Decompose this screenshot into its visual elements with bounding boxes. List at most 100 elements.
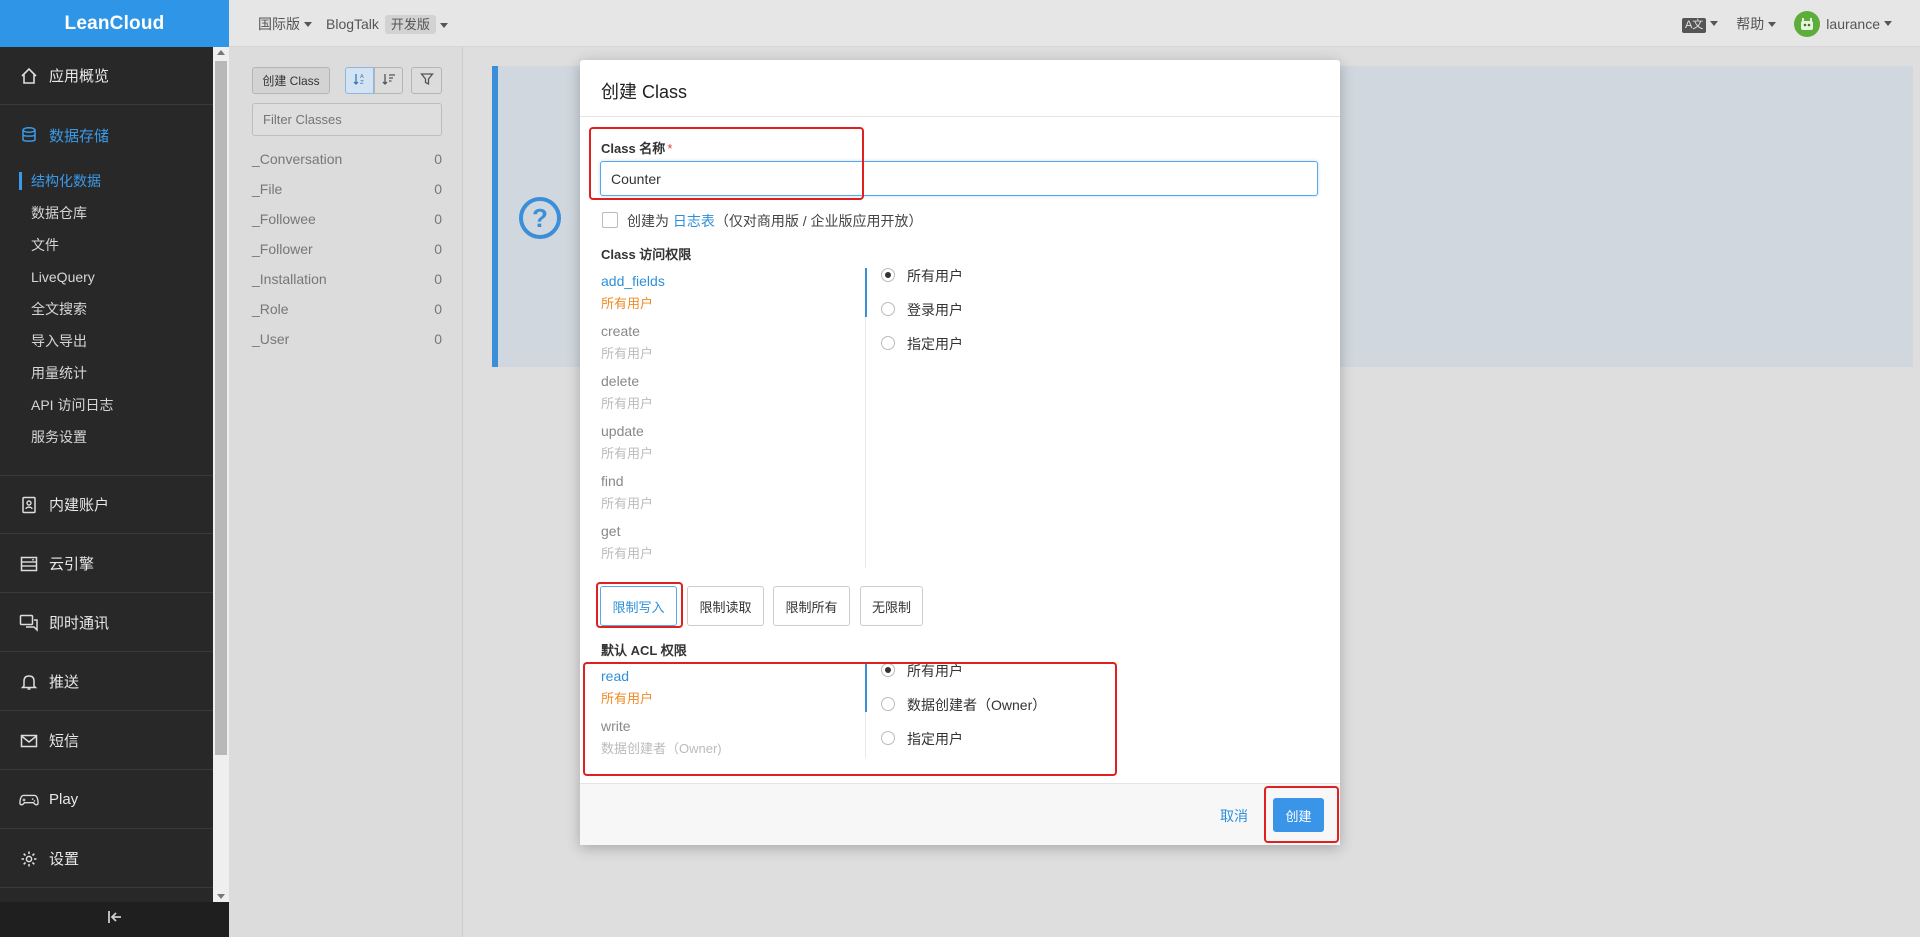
log-table-checkbox[interactable]: [602, 212, 618, 228]
preset-restrict-read-button[interactable]: 限制读取: [687, 586, 764, 626]
chat-icon: [19, 613, 39, 633]
app-switcher[interactable]: BlogTalk 开发版: [326, 14, 448, 34]
sidebar-item-label: 即时通讯: [49, 615, 110, 632]
bell-icon: [19, 672, 39, 692]
scroll-up-arrow-icon[interactable]: [217, 50, 225, 55]
question-icon: ?: [519, 197, 561, 239]
region-dropdown[interactable]: 国际版: [258, 14, 312, 34]
funnel-icon: [419, 72, 434, 89]
sidebar-sub-data-warehouse[interactable]: 数据仓库: [0, 197, 213, 229]
sidebar-item-push[interactable]: 推送: [0, 653, 213, 711]
sidebar-scrollbar[interactable]: [213, 47, 229, 902]
sidebar-item-settings[interactable]: 设置: [0, 830, 213, 888]
class-name-input[interactable]: [600, 161, 1318, 196]
sidebar-item-sms[interactable]: 短信: [0, 712, 213, 770]
class-count: 0: [434, 271, 442, 287]
acl-write[interactable]: write: [601, 718, 631, 734]
log-table-link[interactable]: 日志表: [673, 213, 715, 229]
scrollbar-thumb[interactable]: [215, 61, 227, 755]
preset-restrict-all-button[interactable]: 限制所有: [773, 586, 850, 626]
language-switcher[interactable]: A文: [1681, 15, 1719, 33]
required-mark: *: [667, 141, 673, 156]
sidebar-item-accounts[interactable]: 内建账户: [0, 476, 213, 534]
sidebar: 应用概览 数据存储 结构化数据 数据仓库 文件 LiveQuery 全文搜索 导…: [0, 47, 213, 937]
sidebar-sub-service-settings[interactable]: 服务设置: [0, 421, 213, 453]
access-radio-specified[interactable]: [881, 336, 895, 350]
filter-button[interactable]: [411, 67, 442, 94]
env-badge: 开发版: [384, 15, 436, 34]
preset-unrestricted-button[interactable]: 无限制: [860, 586, 923, 626]
class-list-item[interactable]: _Role 0: [252, 297, 442, 321]
sort-alpha-button[interactable]: AZ: [345, 67, 374, 94]
scroll-down-arrow-icon[interactable]: [217, 894, 225, 899]
perm-add-fields[interactable]: add_fields: [601, 273, 665, 289]
access-option-label: 所有用户: [907, 268, 963, 284]
perm-add-fields-value: 所有用户: [601, 296, 654, 311]
sidebar-sub-livequery[interactable]: LiveQuery: [0, 261, 213, 293]
acl-radio-owner[interactable]: [881, 697, 895, 711]
user-menu[interactable]: laurance: [1794, 10, 1892, 37]
sidebar-item-label: 内建账户: [49, 497, 110, 514]
top-navbar: LeanCloud 国际版 BlogTalk 开发版 A文 帮助 laurance: [0, 0, 1920, 47]
perm-find[interactable]: find: [601, 473, 624, 489]
class-list-item[interactable]: _Conversation 0: [252, 147, 442, 171]
sidebar-sub-api-logs[interactable]: API 访问日志: [0, 389, 213, 421]
preset-restrict-write-button[interactable]: 限制写入: [600, 586, 677, 626]
gear-icon: [19, 849, 39, 869]
sidebar-sub-usage-stats[interactable]: 用量统计: [0, 357, 213, 389]
perm-get-value: 所有用户: [601, 546, 654, 561]
perm-delete[interactable]: delete: [601, 373, 639, 389]
acl-write-value: 数据创建者（Owner): [601, 741, 722, 756]
sidebar-item-label: 数据存储: [49, 127, 110, 145]
create-button[interactable]: 创建: [1273, 798, 1324, 832]
chevron-down-icon: [1768, 22, 1777, 28]
chevron-down-icon: [1884, 21, 1892, 26]
server-icon: [19, 554, 39, 574]
modal-title: 创建 Class: [580, 60, 1340, 117]
sidebar-sub-import-export[interactable]: 导入导出: [0, 325, 213, 357]
cancel-button[interactable]: 取消: [1220, 806, 1248, 826]
sidebar-item-play[interactable]: Play: [0, 771, 213, 829]
perm-update[interactable]: update: [601, 423, 644, 439]
access-radio-all-users[interactable]: [881, 268, 895, 282]
class-count: 0: [434, 211, 442, 227]
acl-radio-all-users[interactable]: [881, 663, 895, 677]
create-class-modal: 创建 Class Class 名称* 创建为 日志表（仅对商用版 / 企业版应用…: [580, 60, 1340, 845]
create-class-button[interactable]: 创建 Class: [252, 67, 330, 94]
class-name: _User: [252, 331, 290, 347]
log-table-option: 创建为 日志表（仅对商用版 / 企业版应用开放）: [627, 211, 923, 231]
app-logo[interactable]: LeanCloud: [0, 0, 229, 47]
class-list-item[interactable]: _Follower 0: [252, 237, 442, 261]
class-name: _Follower: [252, 241, 313, 257]
class-list-item[interactable]: _File 0: [252, 177, 442, 201]
filter-classes-input[interactable]: [252, 103, 442, 136]
perm-create[interactable]: create: [601, 323, 640, 339]
sidebar-sub-files[interactable]: 文件: [0, 229, 213, 261]
perm-delete-value: 所有用户: [601, 396, 654, 411]
chevron-down-icon: [1710, 21, 1719, 27]
acl-read[interactable]: read: [601, 668, 629, 684]
sidebar-item-overview[interactable]: 应用概览: [0, 47, 213, 105]
access-radio-logged-in[interactable]: [881, 302, 895, 316]
log-suffix: （仅对商用版 / 企业版应用开放）: [714, 213, 923, 229]
class-list-item[interactable]: _Followee 0: [252, 207, 442, 231]
sidebar-sub-fulltext-search[interactable]: 全文搜索: [0, 293, 213, 325]
sidebar-item-im[interactable]: 即时通讯: [0, 594, 213, 652]
home-icon: [19, 66, 39, 86]
acl-radio-specified[interactable]: [881, 731, 895, 745]
sidebar-sub-structured-data[interactable]: 结构化数据: [0, 165, 213, 197]
sidebar-item-label: 推送: [49, 674, 80, 691]
access-title: Class 访问权限: [601, 247, 692, 262]
sort-desc-button[interactable]: [374, 67, 403, 94]
class-count: 0: [434, 181, 442, 197]
class-list-item[interactable]: _Installation 0: [252, 267, 442, 291]
help-menu[interactable]: 帮助: [1736, 14, 1777, 34]
perm-get[interactable]: get: [601, 523, 620, 539]
perm-create-value: 所有用户: [601, 346, 654, 361]
sidebar-collapse-button[interactable]: [0, 902, 229, 937]
sidebar-item-engine[interactable]: 云引擎: [0, 535, 213, 593]
access-option-label: 登录用户: [907, 302, 963, 318]
sidebar-item-storage[interactable]: 数据存储: [0, 106, 213, 164]
class-list-item[interactable]: _User 0: [252, 327, 442, 351]
class-name-label-text: Class 名称: [601, 141, 666, 156]
